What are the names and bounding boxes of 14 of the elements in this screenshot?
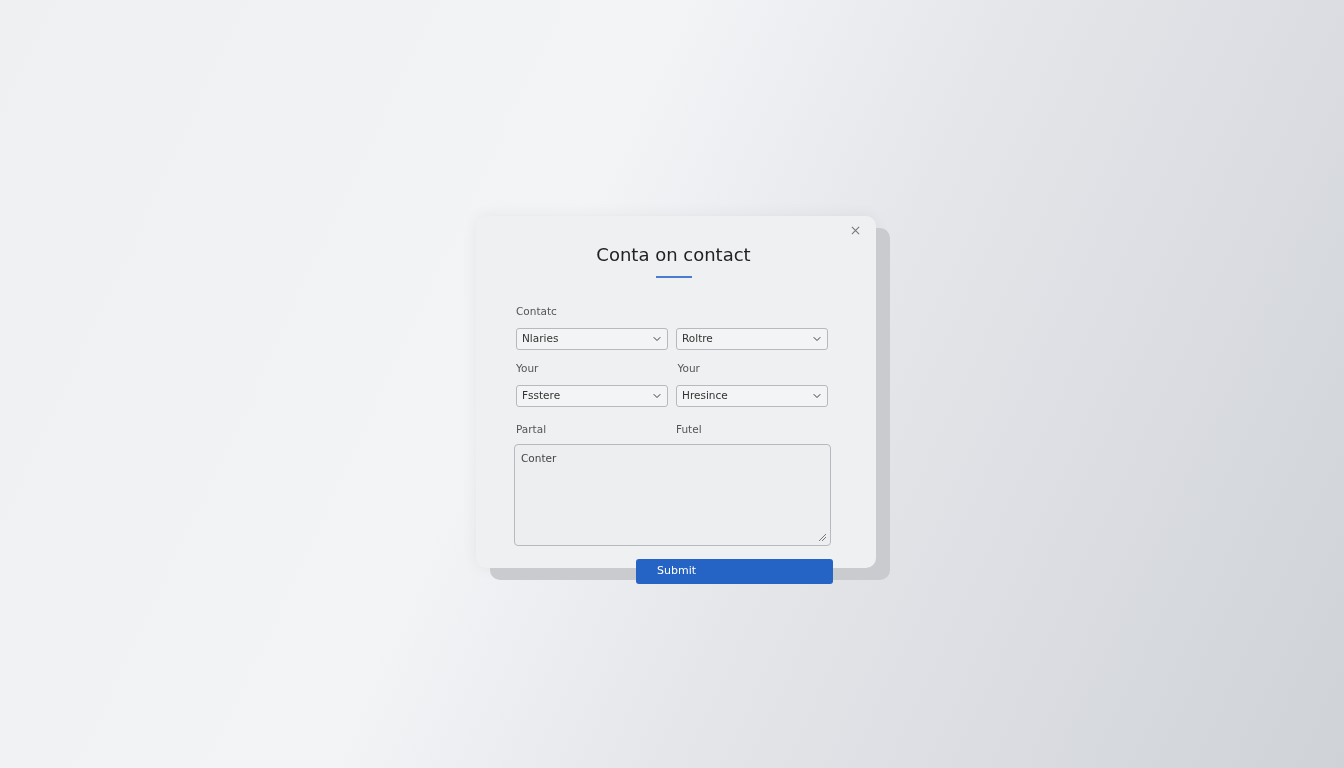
field-label: Contatc bbox=[516, 304, 557, 317]
select-field[interactable]: Hresince bbox=[676, 384, 828, 407]
select-field[interactable]: Nlaries bbox=[516, 327, 668, 350]
close-icon[interactable] bbox=[851, 226, 860, 235]
field-label: Your bbox=[516, 361, 539, 374]
dialog-title: Conta on contact bbox=[595, 244, 752, 266]
select-field[interactable]: Roltre bbox=[676, 327, 828, 350]
field-label: Your bbox=[677, 361, 700, 374]
select-field[interactable]: Fsstere bbox=[516, 384, 668, 407]
field-label: Partal bbox=[516, 422, 547, 435]
field-label: Futel bbox=[676, 422, 702, 435]
resize-grip-icon[interactable] bbox=[817, 531, 827, 542]
message-field[interactable]: Conter bbox=[514, 443, 831, 546]
submit-button[interactable]: Submit bbox=[636, 558, 833, 584]
